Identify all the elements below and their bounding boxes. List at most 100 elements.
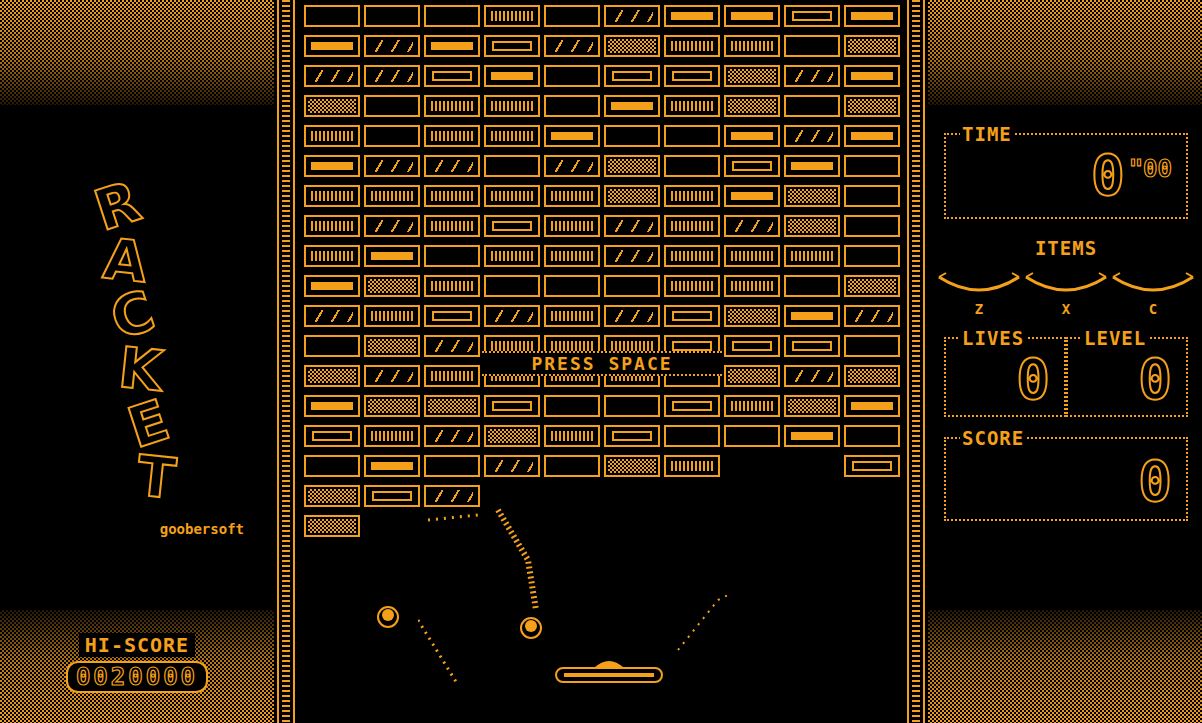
brick [664,65,720,87]
brick [844,485,900,507]
time-box: TIME0"00 [944,123,1188,219]
brick [844,365,900,387]
brick [784,365,840,387]
brick [544,185,600,207]
logo-letter: E [122,392,175,456]
brick [304,185,360,207]
brick [424,455,480,477]
brick [784,95,840,117]
brick [784,335,840,357]
lives-box-value: 0 [1016,351,1050,407]
brick [364,5,420,27]
lives-box: LIVES0 [944,327,1066,417]
brick [364,65,420,87]
brick [364,395,420,417]
brick [544,155,600,177]
brick [784,65,840,87]
dither-band [0,0,274,105]
brick [784,485,840,507]
brick [844,5,900,27]
brick [364,125,420,147]
brick [664,275,720,297]
brick [424,155,480,177]
brick [484,455,540,477]
brick [544,275,600,297]
brick [784,305,840,327]
score-box-label: SCORE [960,427,1026,449]
brick [844,455,900,477]
brick [304,485,360,507]
brick [784,515,840,537]
brick [724,335,780,357]
brick [484,95,540,117]
brick [484,485,540,507]
brick [424,185,480,207]
brick [424,245,480,267]
brick [784,35,840,57]
brick [484,65,540,87]
brick [664,35,720,57]
brick [544,425,600,447]
brick [544,305,600,327]
brick [304,125,360,147]
dish-icon [936,269,1022,297]
dish-icon [1023,269,1109,297]
brick [724,5,780,27]
ball-icon [376,605,400,629]
brick [844,335,900,357]
brick [484,275,540,297]
brick [484,245,540,267]
brick [484,5,540,27]
brick [784,215,840,237]
brick [424,365,480,387]
brick [664,215,720,237]
brick [364,485,420,507]
brick [604,185,660,207]
brick [544,5,600,27]
brick [784,455,840,477]
brick [724,125,780,147]
brick [604,215,660,237]
brick [304,215,360,237]
brick [424,125,480,147]
logo-letter: C [105,283,161,348]
level-box-label: LEVEL [1082,327,1148,349]
brick [724,215,780,237]
item-slot: Z [936,269,1022,317]
brick [544,515,600,537]
logo-letter: A [101,231,150,290]
brick [664,395,720,417]
item-key: C [1149,301,1157,317]
time-seconds: 0 [1091,147,1125,203]
lives-box-label: LIVES [960,327,1026,349]
brick [604,425,660,447]
brick [364,305,420,327]
brick [304,65,360,87]
brick [604,155,660,177]
time-hundredths: "00 [1129,155,1172,183]
lives-level: LIVES0LEVEL0 [944,327,1188,417]
brick [424,485,480,507]
level-box: LEVEL0 [1066,327,1188,417]
brick [844,155,900,177]
brick [844,305,900,327]
hi-score-value: 0020000 [66,661,208,693]
brick [364,245,420,267]
brick [664,95,720,117]
brick [724,395,780,417]
brick [844,125,900,147]
brick [724,95,780,117]
brick [364,335,420,357]
score-box: SCORE0 [944,427,1188,521]
brick [304,5,360,27]
brick [304,365,360,387]
brick [604,395,660,417]
brick [844,215,900,237]
brick [304,425,360,447]
brick [544,35,600,57]
brick [484,515,540,537]
brick [424,395,480,417]
brick [304,515,360,537]
dither-band [928,610,1202,723]
brick [424,335,480,357]
